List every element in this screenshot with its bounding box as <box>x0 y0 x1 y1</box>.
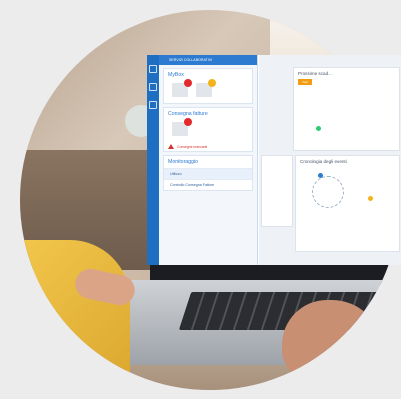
mybox-icons <box>164 79 252 103</box>
mybox-title: MyBox <box>168 72 184 78</box>
envelope-icon <box>172 79 192 97</box>
consegna-section: Consegna fatture Consegne mancanti <box>163 107 253 152</box>
left-card <box>261 155 293 227</box>
document-icon[interactable] <box>149 101 157 109</box>
person-sleeve <box>20 240 130 390</box>
dashboard-main: Prossime scad... Vedi Cronologia degli e… <box>259 55 401 265</box>
invoice-icon[interactable] <box>172 118 192 136</box>
mybox-section: MyBox <box>163 68 253 104</box>
missing-deliveries-alert[interactable]: Consegne mancanti <box>164 142 252 151</box>
services-panel: SERVIZI COLLABORATIVI MyBox Consegna fat… <box>159 55 258 265</box>
event-dot-icon <box>318 173 323 178</box>
photo-stage: SERVIZI COLLABORATIVI MyBox Consegna fat… <box>0 0 401 399</box>
deadlines-button[interactable]: Vedi <box>298 79 312 85</box>
warning-icon <box>168 144 174 149</box>
list-item-controllo[interactable]: Controllo Consegna Fatture <box>164 179 252 190</box>
mybox-inbox[interactable] <box>172 79 192 97</box>
list-item-utilizzo[interactable]: Utilizzo <box>164 168 252 179</box>
user-icon[interactable] <box>149 83 157 91</box>
timeline-ring <box>312 176 344 208</box>
envelope-icon <box>196 79 216 97</box>
laptop-screen: SERVIZI COLLABORATIVI MyBox Consegna fat… <box>147 55 401 265</box>
events-card: Cronologia degli eventi <box>295 155 400 252</box>
notification-badge <box>184 79 192 87</box>
monitoraggio-title: Monitoraggio <box>168 159 198 165</box>
monitoraggio-section: Monitoraggio Utilizzo Controllo Consegna… <box>163 155 253 191</box>
deadlines-title: Prossime scad... <box>298 71 332 76</box>
consegna-icons <box>164 118 252 142</box>
events-title: Cronologia degli eventi <box>300 159 347 164</box>
notification-badge <box>184 118 192 126</box>
mybox-outbox[interactable] <box>196 79 216 97</box>
consegna-title: Consegna fatture <box>168 111 208 117</box>
panel-header: SERVIZI COLLABORATIVI <box>159 55 257 65</box>
event-marker-icon <box>368 196 373 201</box>
alert-text: Consegne mancanti <box>177 144 208 149</box>
warning-badge <box>208 79 216 87</box>
home-icon[interactable] <box>149 65 157 73</box>
app-nav-rail <box>147 55 159 265</box>
deadlines-card: Prossime scad... Vedi <box>293 67 400 151</box>
status-dot-icon <box>316 126 321 131</box>
